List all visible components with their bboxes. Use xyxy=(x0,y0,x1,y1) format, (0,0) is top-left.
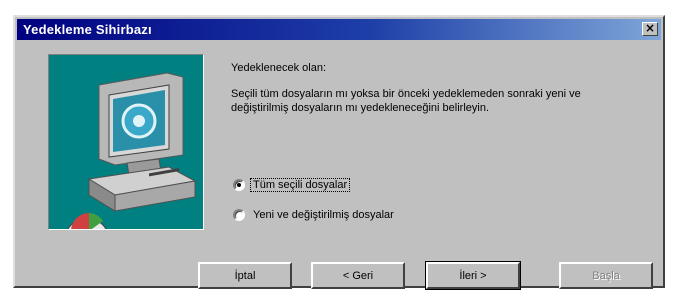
finish-button: Başla xyxy=(559,262,653,289)
radio-label-new-changed-files[interactable]: Yeni ve değiştirilmiş dosyalar xyxy=(251,209,396,221)
radio-option-all-files[interactable]: Tüm seçili dosyalar xyxy=(233,178,351,192)
radio-button-new-changed-files[interactable] xyxy=(233,209,245,221)
next-button[interactable]: İleri > xyxy=(425,261,521,290)
radio-option-new-changed-files[interactable]: Yeni ve değiştirilmiş dosyalar xyxy=(233,209,396,221)
title-bar[interactable]: Yedekleme Sihirbazı × xyxy=(17,19,661,40)
radio-button-all-files[interactable] xyxy=(233,179,245,191)
options-description: Seçili tüm dosyaların mı yoksa bir öncek… xyxy=(231,88,581,114)
cancel-button[interactable]: İptal xyxy=(198,262,292,289)
close-icon: × xyxy=(644,21,656,35)
wizard-illustration-panel xyxy=(48,54,204,230)
finish-button-label: Başla xyxy=(592,269,620,282)
close-button[interactable]: × xyxy=(642,22,658,36)
window-title: Yedekleme Sihirbazı xyxy=(23,22,152,37)
computer-backup-icon xyxy=(67,72,197,229)
back-button[interactable]: < Geri xyxy=(311,262,405,289)
next-button-label: İleri > xyxy=(459,269,487,282)
cancel-button-label: İptal xyxy=(234,269,256,282)
options-heading: Yedeklenecek olan: xyxy=(231,62,327,74)
back-button-label: < Geri xyxy=(342,269,374,282)
radio-label-all-files[interactable]: Tüm seçili dosyalar xyxy=(249,178,351,192)
wizard-dialog: Yedekleme Sihirbazı × Yedeklenecek olan: xyxy=(13,15,665,290)
